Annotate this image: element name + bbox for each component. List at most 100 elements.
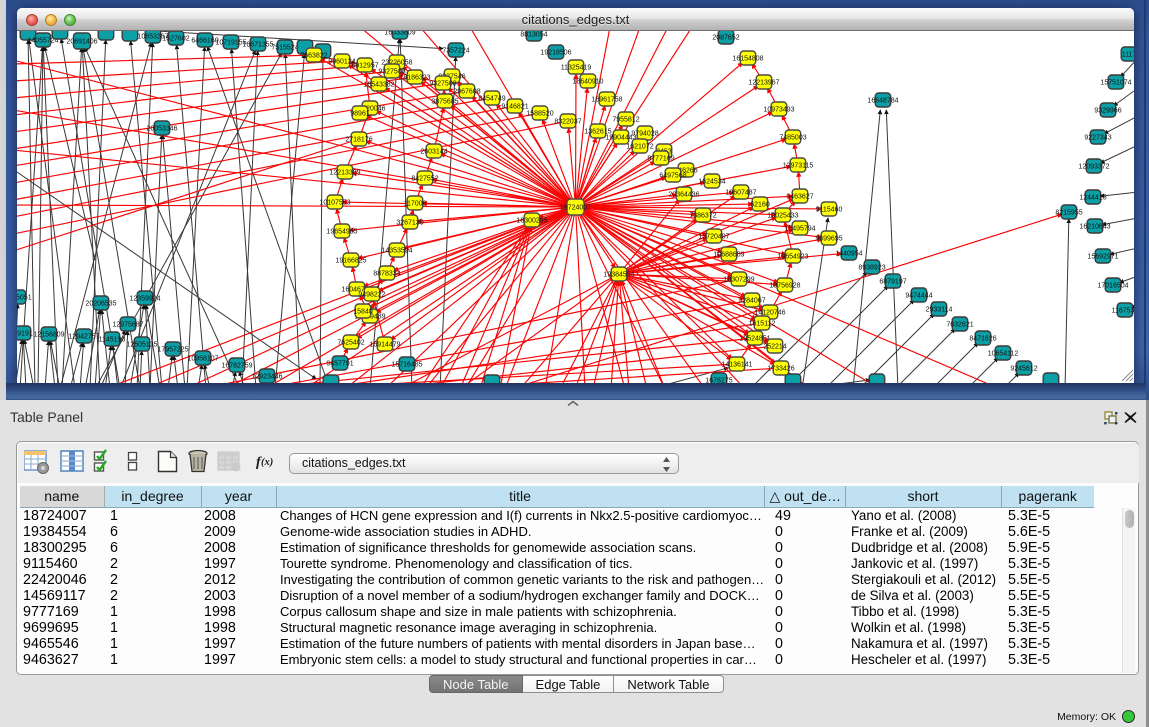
svg-text:10973493: 10973493 [763,106,794,113]
svg-text:(x): (x) [261,457,273,468]
svg-text:15751074: 15751074 [1100,79,1131,86]
svg-text:16543382: 16543382 [363,81,394,88]
svg-text:7515524: 7515524 [271,44,298,51]
svg-text:20206535: 20206535 [85,300,116,307]
svg-text:19384554: 19384554 [603,271,634,278]
svg-text:1167533: 1167533 [1112,307,1134,314]
svg-text:15692971: 15692971 [1087,253,1118,260]
svg-text:8454749: 8454749 [478,95,505,102]
svg-text:19654923: 19654923 [777,253,808,260]
svg-text:1624534: 1624534 [698,178,725,185]
svg-text:2967608: 2967608 [453,88,480,95]
svg-text:14353594: 14353594 [381,247,412,254]
svg-text:9284067: 9284067 [738,297,765,304]
svg-text:9327508: 9327508 [429,80,456,87]
svg-text:19166825: 19166825 [335,257,366,264]
svg-text:1244415: 1244415 [1079,194,1106,201]
svg-text:12359924: 12359924 [129,295,160,302]
svg-text:19218506: 19218506 [540,49,571,56]
svg-text:9245612: 9245612 [1010,365,1037,372]
svg-text:1335051: 1335051 [17,294,32,301]
svg-text:8912957: 8912957 [351,62,378,69]
svg-text:1615112: 1615112 [749,320,776,327]
svg-text:7955812: 7955812 [612,116,639,123]
svg-text:18186323: 18186323 [399,74,430,81]
svg-text:1588520: 1588520 [526,110,553,117]
svg-text:12973115: 12973115 [783,162,814,169]
svg-text:9329966: 9329966 [1094,107,1121,114]
svg-text:7625402: 7625402 [337,339,364,346]
svg-text:16154808: 16154808 [732,55,763,62]
svg-text:18724007: 18724007 [560,204,591,211]
svg-text:9146821: 9146821 [501,103,528,110]
svg-text:8878334: 8878334 [373,270,400,277]
svg-text:117006: 117006 [404,200,427,207]
svg-text:12942757: 12942757 [68,333,99,340]
svg-text:14136141: 14136141 [721,361,752,368]
svg-text:1117: 1117 [1122,51,1134,58]
svg-text:8322037: 8322037 [554,118,581,125]
svg-text:7357224: 7357224 [442,47,469,54]
svg-text:10025433: 10025433 [767,212,798,219]
svg-text:16782759: 16782759 [221,362,252,369]
svg-text:10107553: 10107553 [319,199,350,206]
svg-text:9794028: 9794028 [631,130,658,137]
svg-text:18300295: 18300295 [516,217,547,224]
svg-text:1440954: 1440954 [835,250,862,257]
svg-text:9457791: 9457791 [326,360,353,367]
svg-text:3875685: 3875685 [431,98,458,105]
svg-text:1527602: 1527602 [162,35,189,42]
svg-text:7632621: 7632621 [946,321,973,328]
svg-text:17957225: 17957225 [157,346,188,353]
svg-text:9699695: 9699695 [815,235,842,242]
svg-text:12975887: 12975887 [112,321,143,328]
svg-text:8938923: 8938923 [858,264,885,271]
svg-text:62160: 62160 [750,201,770,208]
svg-text:12093372: 12093372 [1078,163,1109,170]
svg-text:6497568: 6497568 [659,172,686,179]
svg-text:1145193: 1145193 [99,336,126,343]
svg-text:7663822: 7663822 [300,52,327,59]
svg-text:1621072: 1621072 [626,143,653,150]
svg-text:3267130: 3267130 [396,219,423,226]
svg-text:10607487: 10607487 [725,189,756,196]
svg-text:20691406: 20691406 [66,38,97,45]
svg-text:8215955: 8215955 [1055,209,1082,216]
svg-text:2718176: 2718176 [345,136,372,143]
svg-text:252214: 252214 [763,343,786,350]
svg-text:19524851: 19524851 [739,335,770,342]
svg-text:2933114: 2933114 [926,306,953,313]
svg-text:15495794: 15495794 [784,225,815,232]
svg-text:16671355: 16671355 [242,41,273,48]
svg-text:19654985: 19654985 [326,228,357,235]
svg-text:1733426: 1733426 [767,365,794,372]
svg-text:6879197: 6879197 [879,278,906,285]
svg-text:10654112: 10654112 [988,350,1019,357]
svg-text:7386372: 7386372 [689,212,716,219]
svg-text:2603144: 2603144 [420,148,447,155]
svg-text:9777169: 9777169 [647,155,674,162]
svg-text:19756928: 19756928 [769,282,800,289]
svg-text:15840: 15840 [353,308,373,315]
svg-text:16648784: 16648784 [867,97,898,104]
svg-text:18307299: 18307299 [723,276,754,283]
svg-text:15720407: 15720407 [698,233,729,240]
svg-text:98961: 98961 [350,110,370,117]
svg-text:16961758: 16961758 [591,96,622,103]
svg-text:15716485: 15716485 [391,361,422,368]
svg-text:8427552: 8427552 [411,175,438,182]
svg-text:9227343: 9227343 [1084,134,1111,141]
svg-text:8813054: 8813054 [520,31,547,38]
svg-text:16210643: 16210643 [1079,223,1110,230]
svg-text:2087652: 2087652 [712,34,739,41]
svg-text:9474444: 9474444 [905,292,932,299]
svg-text:12213967: 12213967 [748,79,779,86]
svg-text:39191: 39191 [17,330,33,337]
svg-text:10688609: 10688609 [713,251,744,258]
svg-text:12505135: 12505135 [126,341,157,348]
svg-text:9115460: 9115460 [816,206,843,213]
svg-text:18640910: 18640910 [572,78,603,85]
svg-text:7485003: 7485003 [779,134,806,141]
svg-text:12213389: 12213389 [329,169,360,176]
svg-text:16033809: 16033809 [384,31,415,36]
